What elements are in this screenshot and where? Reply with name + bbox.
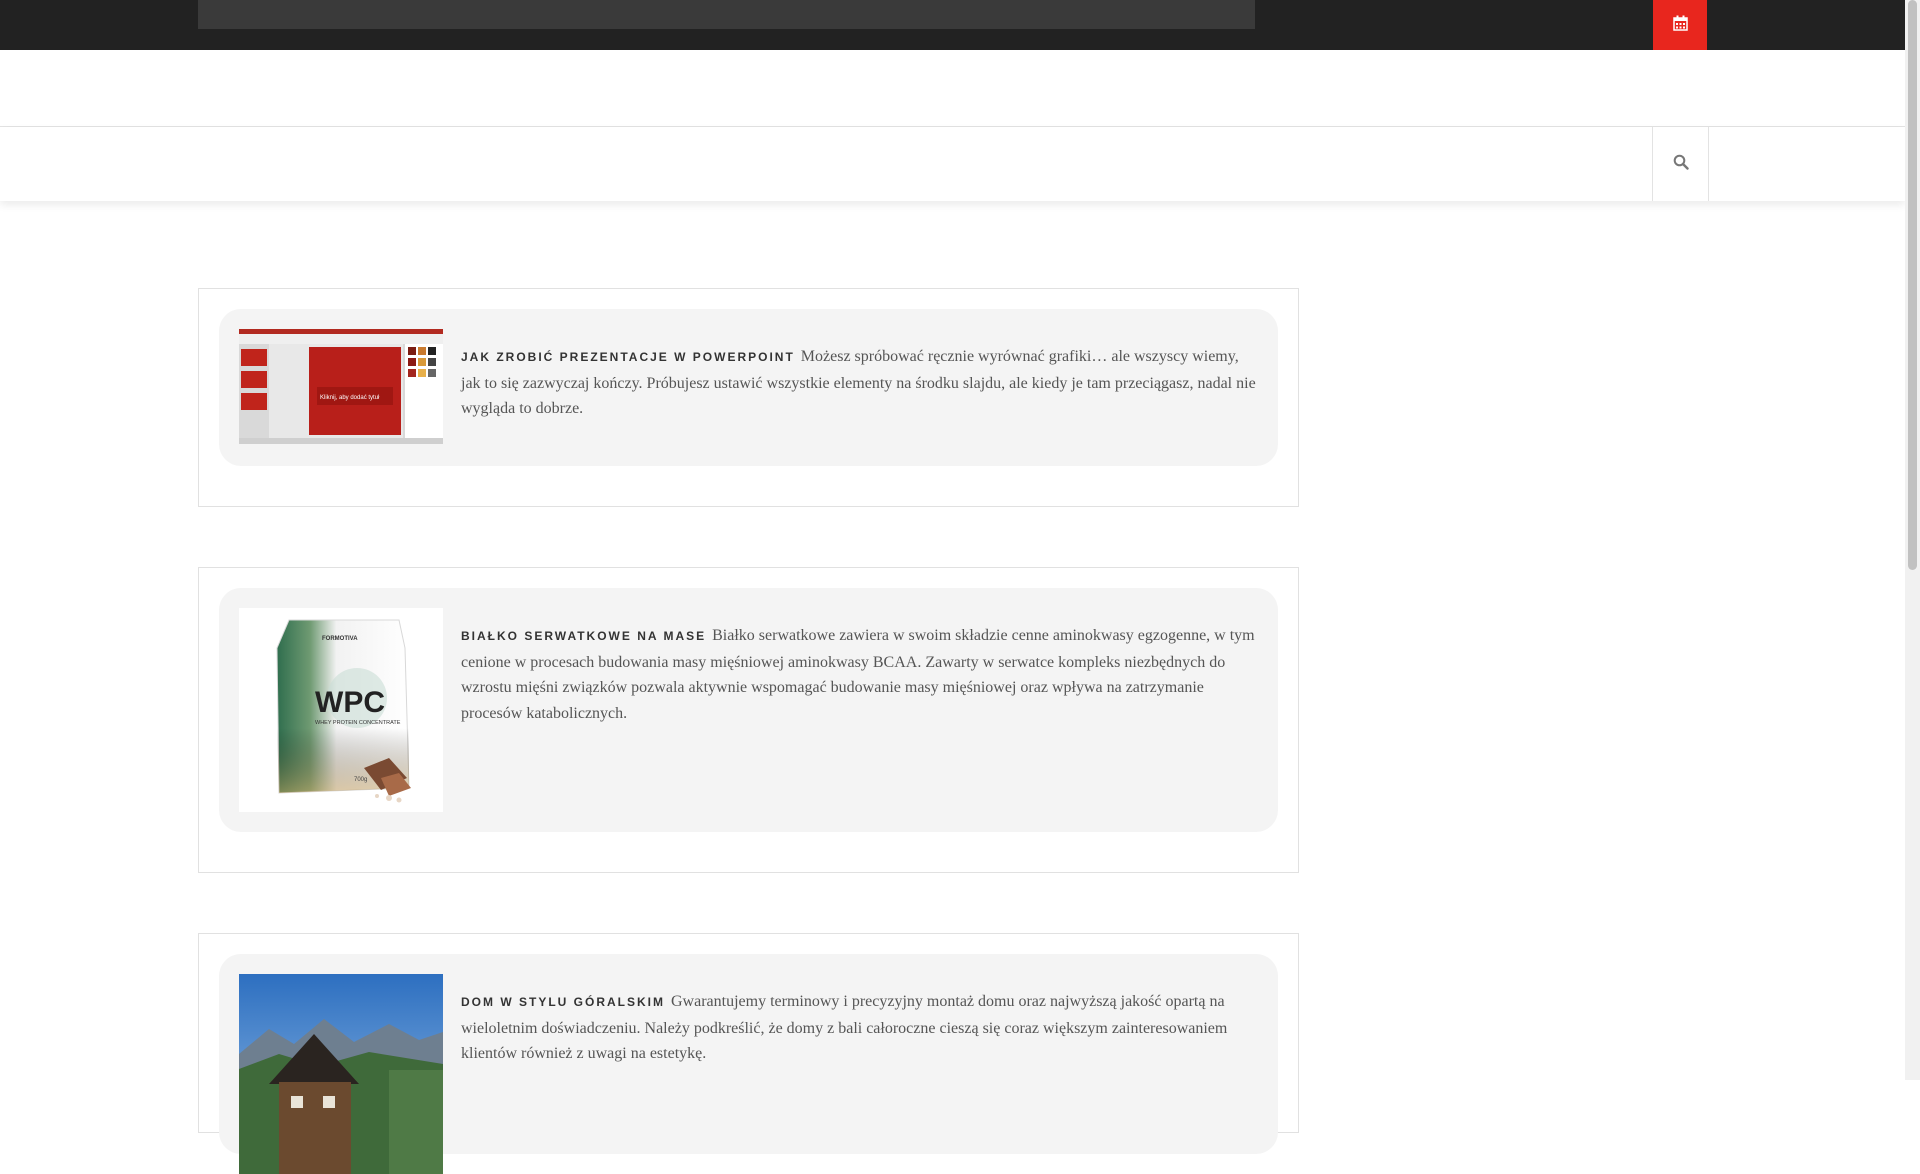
post-excerpt: BIAŁKO SERWATKOWE NA MASE Białko serwatk… bbox=[461, 623, 1258, 726]
news-ticker bbox=[198, 0, 1255, 29]
post-excerpt: JAK ZROBIĆ PREZENTACJE W POWERPOINT Może… bbox=[461, 344, 1258, 422]
product-weight: 700g bbox=[354, 777, 367, 783]
product-label: WPC bbox=[315, 686, 385, 719]
search-icon bbox=[1673, 154, 1689, 175]
main-navigation bbox=[0, 127, 1905, 201]
post-card: DOM W STYLU GÓRALSKIM Gwarantujemy termi… bbox=[198, 933, 1299, 1174]
post-card-inner: Kliknij, aby dodać tytuł JAK ZROBIĆ PREZ… bbox=[219, 309, 1278, 466]
post-title-link[interactable]: JAK ZROBIĆ PREZENTACJE W POWERPOINT bbox=[461, 350, 795, 364]
post-title-link[interactable]: DOM W STYLU GÓRALSKIM bbox=[461, 995, 665, 1009]
post-card-inner: FORMOTIVA WPC WHEY PROTEIN CONCENTRATE 7… bbox=[219, 588, 1278, 832]
post-thumbnail[interactable] bbox=[239, 974, 443, 1174]
slide-title-text: Kliknij, aby dodać tytuł bbox=[320, 395, 380, 401]
post-excerpt: DOM W STYLU GÓRALSKIM Gwarantujemy termi… bbox=[461, 989, 1258, 1067]
post-thumbnail[interactable]: Kliknij, aby dodać tytuł bbox=[239, 329, 443, 444]
top-bar bbox=[0, 0, 1905, 50]
site-header bbox=[0, 50, 1905, 127]
post-thumbnail[interactable]: FORMOTIVA WPC WHEY PROTEIN CONCENTRATE 7… bbox=[239, 608, 443, 812]
product-brand: FORMOTIVA bbox=[322, 636, 358, 642]
post-card: Kliknij, aby dodać tytuł JAK ZROBIĆ PREZ… bbox=[198, 288, 1299, 507]
search-button[interactable] bbox=[1652, 127, 1709, 201]
calendar-icon bbox=[1672, 15, 1688, 36]
post-card: FORMOTIVA WPC WHEY PROTEIN CONCENTRATE 7… bbox=[198, 567, 1299, 873]
page-scrollbar[interactable] bbox=[1905, 0, 1920, 1080]
product-sublabel: WHEY PROTEIN CONCENTRATE bbox=[315, 720, 401, 726]
scrollbar-thumb[interactable] bbox=[1908, 0, 1917, 570]
post-card-inner: DOM W STYLU GÓRALSKIM Gwarantujemy termi… bbox=[219, 954, 1278, 1174]
post-title-link[interactable]: BIAŁKO SERWATKOWE NA MASE bbox=[461, 629, 706, 643]
calendar-button[interactable] bbox=[1653, 0, 1707, 50]
